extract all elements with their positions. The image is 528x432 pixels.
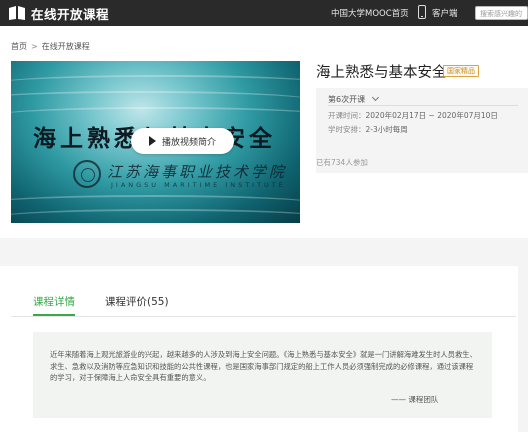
tab-course-details[interactable]: 课程详情	[33, 294, 75, 309]
open-book-icon	[9, 6, 25, 20]
section-separator	[0, 238, 528, 266]
course-team-signature: —— 课程团队	[391, 395, 439, 404]
course-time-label: 开课时间：	[328, 111, 366, 120]
national-quality-badge: 国家精品	[443, 65, 479, 77]
chevron-down-icon	[372, 93, 380, 102]
enrolled-count: 已有734人参加	[316, 158, 368, 167]
schedule-value: 2-3小时每周	[365, 125, 408, 134]
play-icon	[148, 136, 156, 146]
course-description-text: 近年来随着海上观光旅游业的兴起，越来越多的人涉及到海上安全问题。《海上熟悉与基本…	[50, 350, 477, 382]
top-navigation-bar: 在线开放课程 中国大学MOOC首页 客户端 搜索感兴趣的	[0, 0, 528, 26]
breadcrumb-home[interactable]: 首页	[11, 42, 27, 51]
tab-course-reviews[interactable]: 课程评价(55)	[105, 294, 169, 309]
divider	[328, 105, 518, 106]
schedule-row: 学时安排：2-3小时每周	[328, 124, 408, 135]
course-time-value: 2020年02月17日 ~ 2020年07月10日	[365, 111, 498, 120]
breadcrumb: 首页 > 在线开放课程	[11, 41, 90, 52]
breadcrumb-current[interactable]: 在线开放课程	[42, 42, 90, 51]
breadcrumb-separator: >	[31, 42, 38, 51]
course-description-box: 近年来随着海上观光旅游业的兴起，越来越多的人涉及到海上安全问题。《海上熟悉与基本…	[33, 332, 492, 418]
school-emblem-icon	[73, 160, 101, 188]
water-wave	[11, 209, 300, 223]
site-logo[interactable]: 在线开放课程	[8, 4, 109, 22]
client-app-link[interactable]: 客户端	[432, 7, 458, 19]
school-name: 江苏海事职业技术学院	[107, 163, 288, 181]
session-selector[interactable]: 第6次开课	[328, 93, 380, 105]
schedule-label: 学时安排：	[328, 125, 366, 134]
course-intro-video[interactable]: 海上熟悉与基本安全 江苏海事职业技术学院 JIANGSU MARITIME IN…	[11, 61, 300, 223]
tab-divider	[11, 316, 516, 317]
course-title: 海上熟悉与基本安全	[316, 65, 447, 81]
logo-text: 在线开放课程	[31, 6, 110, 22]
search-input[interactable]: 搜索感兴趣的	[475, 6, 528, 20]
mooc-home-link[interactable]: 中国大学MOOC首页	[331, 7, 409, 19]
play-button-label: 播放视频简介	[161, 137, 216, 148]
course-time-row: 开课时间：2020年02月17日 ~ 2020年07月10日	[328, 110, 498, 121]
school-name-english: JIANGSU MARITIME INSTITUTE	[111, 181, 286, 189]
side-strip	[518, 238, 528, 432]
play-intro-button[interactable]: 播放视频简介	[131, 128, 234, 154]
session-label: 第6次开课	[328, 95, 366, 104]
phone-icon[interactable]	[418, 5, 426, 19]
